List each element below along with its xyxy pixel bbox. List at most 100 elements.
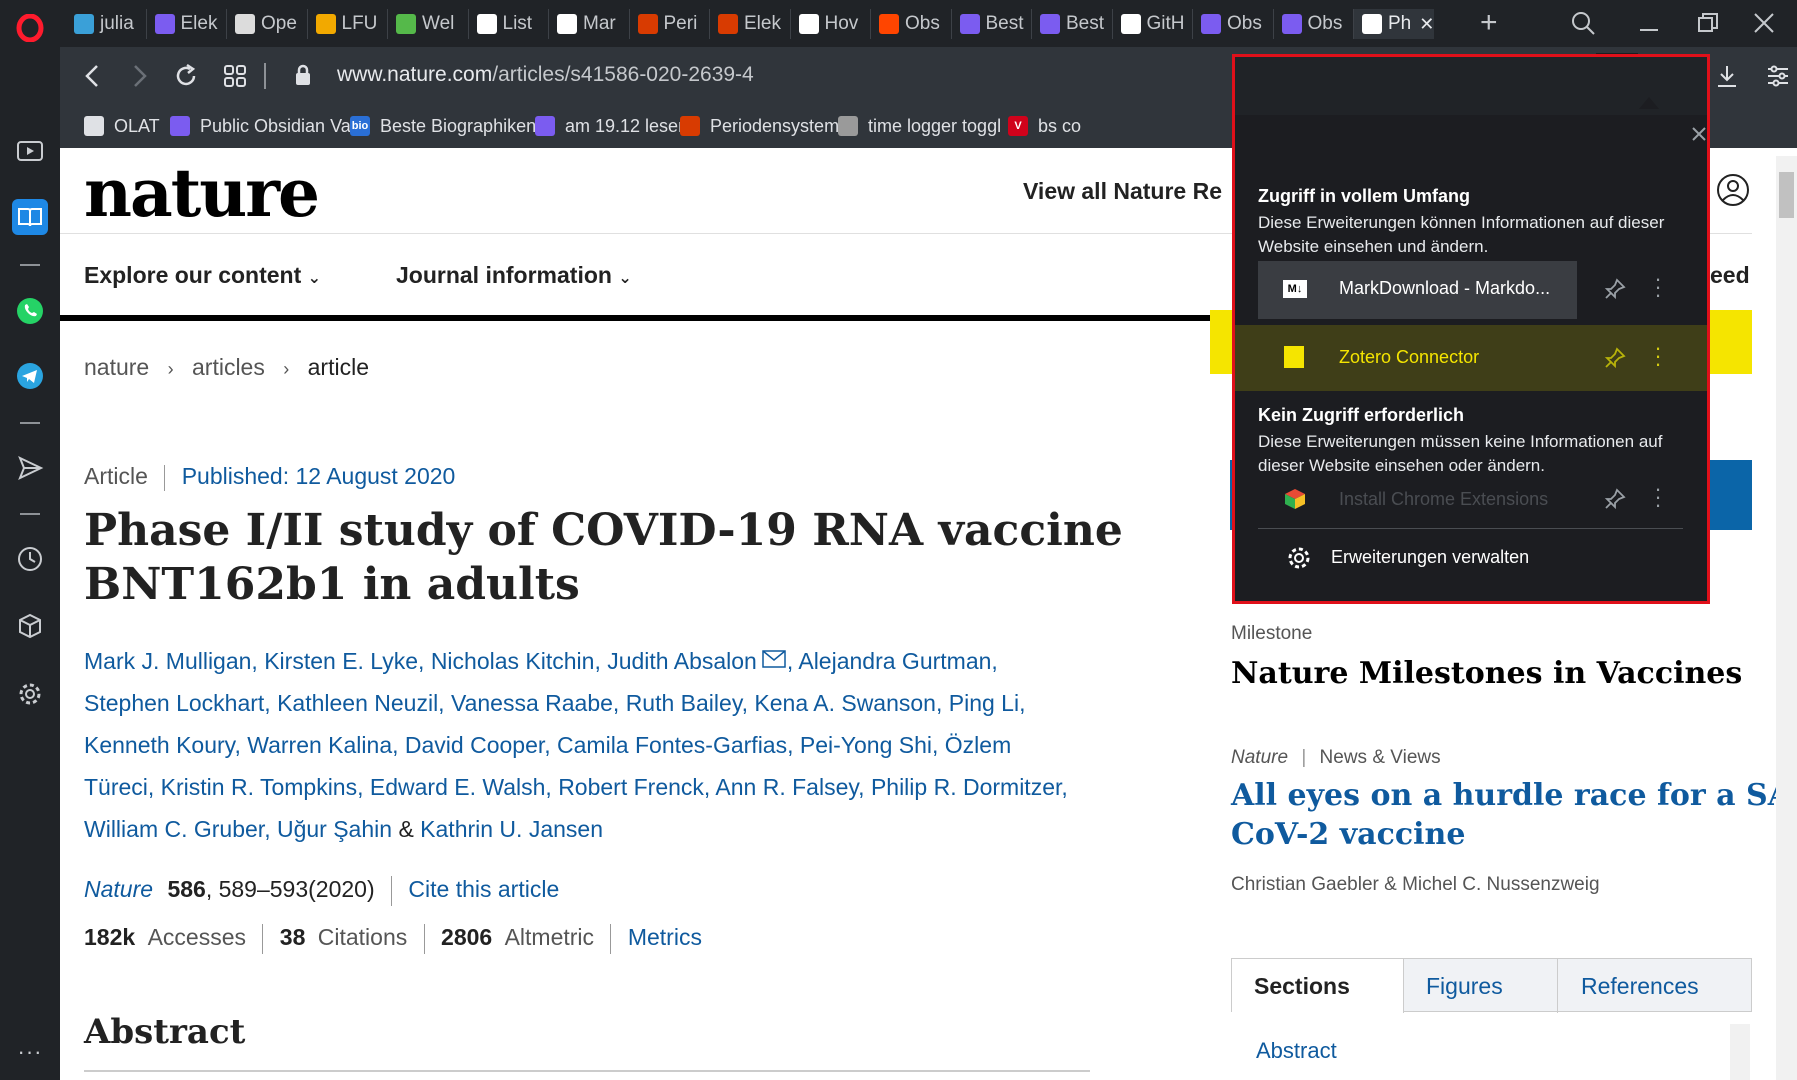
tab-sections[interactable]: Sections — [1232, 959, 1404, 1013]
history-icon[interactable] — [12, 541, 48, 577]
cite-article-link[interactable]: Cite this article — [408, 876, 559, 902]
bookmark-item[interactable]: Public Obsidian Vault — [170, 113, 370, 139]
browser-tab[interactable]: Peri — [630, 9, 710, 39]
tab-label: Peri — [663, 13, 698, 34]
lock-icon[interactable] — [293, 63, 313, 92]
authors-line4[interactable]: Türeci, Kristin R. Tompkins, Edward E. W… — [84, 766, 1084, 808]
bookmark-item[interactable]: Periodensystem — [680, 113, 839, 139]
tab-favicon-icon — [396, 14, 416, 34]
browser-tab[interactable]: Elek — [147, 9, 227, 39]
pin-icon[interactable] — [1604, 488, 1626, 515]
sections-scrollbar[interactable] — [1730, 1024, 1750, 1080]
no-access-title: Kein Zugriff erforderlich — [1258, 405, 1465, 425]
page-scrollbar-thumb[interactable] — [1779, 172, 1794, 218]
extensions-popup: Zugriff in vollem Umfang Diese Erweiteru… — [1232, 54, 1710, 604]
speed-dial-grid-icon[interactable] — [223, 64, 247, 93]
more-options-icon[interactable]: · · · — [1653, 337, 1663, 375]
journal-information-menu[interactable]: Journal information ⌄ — [396, 262, 632, 289]
browser-tab[interactable]: Obs — [1193, 9, 1274, 39]
easy-setup-icon[interactable] — [1765, 63, 1791, 94]
minimize-window-icon[interactable] — [1638, 12, 1660, 39]
settings-gear-icon[interactable] — [12, 676, 48, 712]
download-icon[interactable] — [1714, 63, 1740, 94]
browser-tab[interactable]: Best — [1032, 9, 1113, 39]
no-access-description: Diese Erweiterungen müssen keine Informa… — [1258, 430, 1662, 478]
bookmark-item[interactable]: am 19.12 lesen — [535, 113, 688, 139]
browser-tab[interactable]: Obs — [1274, 9, 1354, 39]
install-chrome-extensions-label[interactable]: Install Chrome Extensions — [1339, 489, 1548, 510]
tab-label: LFU — [341, 13, 378, 34]
news-views-title-link[interactable]: All eyes on a hurdle race for a SARS- Co… — [1231, 776, 1797, 854]
forward-arrow-icon[interactable] — [126, 63, 152, 94]
opera-logo-icon[interactable] — [12, 10, 48, 46]
send-flow-icon[interactable] — [12, 450, 48, 486]
browser-tab[interactable]: Ph ✕ — [1354, 9, 1434, 39]
telegram-icon[interactable] — [12, 358, 48, 394]
search-tabs-icon[interactable] — [1570, 10, 1596, 41]
nv-authors: Christian Gaebler & Michel C. Nussenzwei… — [1231, 874, 1600, 895]
browser-tab[interactable]: Wel — [388, 9, 469, 39]
browser-tab[interactable]: Best — [952, 9, 1032, 39]
authors-last[interactable]: Kathrin U. Jansen — [420, 816, 603, 842]
authors-line3[interactable]: Kenneth Koury, Warren Kalina, David Coop… — [84, 724, 1084, 766]
breadcrumb-article: article — [307, 354, 369, 380]
url-field[interactable]: www.nature.com/articles/s41586-020-2639-… — [337, 63, 754, 87]
zotero-label[interactable]: Zotero Connector — [1339, 347, 1479, 368]
view-all-journals-link[interactable]: View all Nature Re — [1023, 178, 1222, 205]
markdownload-label[interactable]: MarkDownload - Markdo... — [1339, 278, 1550, 299]
manage-extensions-link[interactable]: Erweiterungen verwalten — [1331, 547, 1529, 568]
breadcrumb-articles[interactable]: articles — [192, 354, 265, 380]
altmetric-label: Altmetric — [504, 924, 595, 951]
authors-line5[interactable]: William C. Gruber, Uğur Şahin — [84, 816, 392, 842]
browser-tab[interactable]: List — [469, 9, 549, 39]
page-scrollbar-track[interactable] — [1776, 156, 1797, 1080]
settings-gear-icon[interactable] — [1286, 545, 1312, 576]
more-dots-icon[interactable]: ··· — [12, 1034, 48, 1070]
milestone-title-link[interactable]: Nature Milestones in Vaccines — [1231, 656, 1742, 691]
browser-tab[interactable]: LFU — [308, 9, 388, 39]
whatsapp-icon[interactable] — [12, 293, 48, 329]
reading-list-icon[interactable] — [12, 199, 48, 235]
authors-line1b[interactable]: , Alejandra Gurtman, — [787, 648, 998, 674]
section-item-abstract[interactable]: Abstract — [1256, 1038, 1337, 1064]
breadcrumb-nature[interactable]: nature — [84, 354, 149, 380]
bookmark-item[interactable]: time logger toggl — [838, 113, 1001, 139]
authors-line2[interactable]: Stephen Lockhart, Kathleen Neuzil, Vanes… — [84, 682, 1084, 724]
user-account-icon[interactable] — [1715, 172, 1751, 213]
browser-tab[interactable]: julia — [66, 9, 147, 39]
email-icon[interactable] — [761, 640, 787, 682]
close-icon[interactable] — [1691, 126, 1707, 147]
bookmark-item[interactable]: OLAT — [84, 113, 160, 139]
bookmark-item[interactable]: Vbs co — [1008, 113, 1081, 139]
browser-tab[interactable]: GitH — [1113, 9, 1193, 39]
player-icon[interactable] — [12, 133, 48, 169]
explore-content-menu[interactable]: Explore our content ⌄ — [84, 262, 321, 289]
browser-tab[interactable]: Mar — [549, 9, 630, 39]
new-tab-button[interactable]: + — [1480, 6, 1498, 40]
tab-favicon-icon — [718, 14, 738, 34]
tab-figures[interactable]: Figures — [1404, 959, 1558, 1013]
rss-feed-link[interactable]: eed — [1710, 262, 1750, 289]
no-access-desc2: dieser Website einsehen oder ändern. — [1258, 456, 1545, 475]
more-options-icon[interactable]: · · · — [1653, 478, 1663, 516]
metrics-link[interactable]: Metrics — [628, 924, 702, 950]
chevron-down-icon: ⌄ — [307, 270, 322, 287]
back-arrow-icon[interactable] — [80, 63, 106, 94]
nature-logo[interactable]: nature — [84, 154, 320, 232]
browser-tab[interactable]: Ope — [227, 9, 308, 39]
reload-icon[interactable] — [173, 63, 199, 94]
browser-tab[interactable]: Elek — [710, 9, 791, 39]
pin-icon[interactable] — [1604, 347, 1626, 374]
browser-tab[interactable]: Hov — [791, 9, 871, 39]
bookmark-item[interactable]: bio Beste Biographiken — [350, 113, 536, 139]
journal-name: Nature — [84, 876, 154, 903]
restore-window-icon[interactable] — [1697, 12, 1719, 39]
authors-line1[interactable]: Mark J. Mulligan, Kirsten E. Lyke, Nicho… — [84, 648, 757, 674]
pin-icon[interactable] — [1604, 278, 1626, 305]
tab-references[interactable]: References — [1558, 959, 1752, 1013]
browser-tab[interactable]: Obs — [871, 9, 952, 39]
close-window-icon[interactable] — [1753, 12, 1775, 39]
extensions-cube-icon[interactable] — [12, 608, 48, 644]
more-options-icon[interactable]: · · · — [1653, 268, 1663, 306]
close-tab-icon[interactable]: ✕ — [1419, 14, 1434, 35]
